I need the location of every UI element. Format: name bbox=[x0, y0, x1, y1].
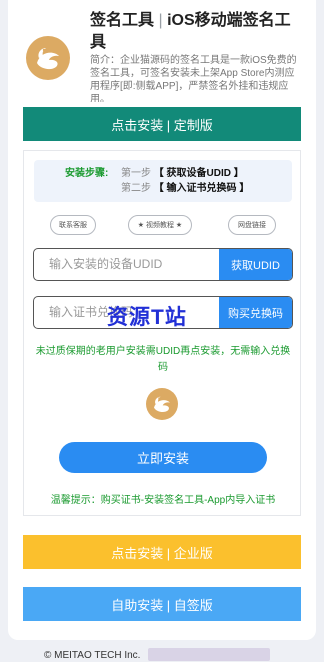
udid-field: 输入安装的设备UDID 获取UDID bbox=[33, 248, 293, 281]
title-separator: | bbox=[158, 12, 163, 29]
disk-link-chip[interactable]: 网盘链接 bbox=[228, 215, 276, 235]
app-logo-icon bbox=[26, 36, 70, 80]
page-title: 签名工具 | iOS移动端签名工具 bbox=[90, 10, 304, 54]
step-2-key: 第二步 bbox=[121, 183, 151, 194]
install-enterprise-button[interactable]: 点击安装 | 企业版 bbox=[23, 535, 301, 569]
step-1: 第一步 【 获取设备UDID 】 bbox=[121, 166, 244, 181]
video-tutorial-chip[interactable]: ★ 视频教程 ★ bbox=[128, 215, 192, 235]
app-description: 简介：企业猫源码的签名工具是一款iOS免费的签名工具，可签名安装未上架App S… bbox=[90, 55, 297, 102]
step-1-key: 第一步 bbox=[121, 168, 151, 179]
app-header: 签名工具 | iOS移动端签名工具 简介：企业猫源码的签名工具是一款iOS免费的… bbox=[26, 10, 304, 106]
title-main: 签名工具 bbox=[90, 12, 155, 29]
warm-tip: 温馨提示：购买证书-安装签名工具-App内导入证书 bbox=[50, 495, 276, 506]
udid-input[interactable]: 输入安装的设备UDID bbox=[49, 249, 162, 280]
steps-label: 安装步骤: bbox=[65, 168, 109, 179]
buy-code-button[interactable]: 购买兑换码 bbox=[219, 297, 292, 328]
step-2: 第二步 【 输入证书兑换码 】 bbox=[121, 181, 249, 196]
get-udid-button[interactable]: 获取UDID bbox=[219, 249, 292, 280]
swan-logo-icon bbox=[146, 388, 178, 420]
install-now-button[interactable]: 立即安装 bbox=[59, 442, 267, 473]
footer-copyright: © MEITAO TECH Inc. bbox=[44, 650, 141, 661]
self-sign-install-button[interactable]: 自助安装 | 自签版 bbox=[23, 587, 301, 621]
install-custom-button[interactable]: 点击安装 | 定制版 bbox=[23, 107, 301, 141]
contact-service-chip[interactable]: 联系客服 bbox=[50, 215, 96, 235]
watermark-text: 资源T站 bbox=[107, 306, 187, 329]
install-panel: 安装步骤: 第一步 【 获取设备UDID 】 第二步 【 输入证书兑换码 】 联… bbox=[23, 150, 301, 516]
step-1-value: 【 获取设备UDID 】 bbox=[153, 168, 244, 179]
blurred-region bbox=[148, 648, 270, 661]
install-steps: 安装步骤: 第一步 【 获取设备UDID 】 第二步 【 输入证书兑换码 】 bbox=[34, 160, 292, 202]
step-2-value: 【 输入证书兑换码 】 bbox=[153, 183, 250, 194]
old-user-note: 未过质保期的老用户安装需UDID再点安装，无需输入兑换码 bbox=[35, 346, 291, 373]
